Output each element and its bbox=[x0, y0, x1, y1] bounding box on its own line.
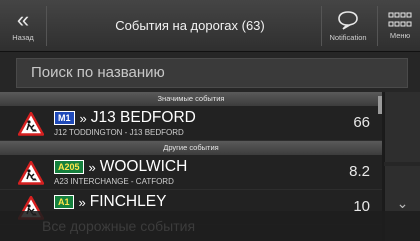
arrow-icon: » bbox=[88, 159, 96, 175]
back-button[interactable]: « Назад bbox=[0, 0, 46, 52]
overlay-text: Все дорожные события bbox=[42, 218, 196, 234]
road-line: A1 » FINCHLEY bbox=[54, 193, 166, 211]
arrow-icon: » bbox=[78, 194, 86, 210]
scrollbar-thumb[interactable] bbox=[378, 96, 382, 114]
road-line: M1 » J13 BEDFORD bbox=[54, 109, 196, 127]
road-badge: M1 bbox=[54, 111, 75, 125]
scroll-up-button[interactable] bbox=[384, 92, 420, 162]
page-title: События на дорогах (63) bbox=[115, 18, 265, 33]
back-label: Назад bbox=[12, 33, 34, 42]
speech-bubble-icon bbox=[338, 11, 358, 30]
divider bbox=[46, 6, 47, 46]
roadworks-warning-icon bbox=[18, 112, 44, 136]
section-header-major: Значимые события bbox=[0, 92, 382, 106]
road-name: J13 BEDFORD bbox=[90, 109, 196, 126]
event-location: J12 TODDINGTON - J13 BEDFORD bbox=[54, 128, 184, 137]
event-distance: 8.2 bbox=[349, 163, 370, 180]
grid-menu-icon bbox=[388, 12, 412, 27]
roadworks-warning-icon bbox=[18, 161, 44, 185]
road-badge: A205 bbox=[54, 160, 84, 174]
road-name: FINCHLEY bbox=[89, 193, 167, 210]
notification-button[interactable]: Notification bbox=[322, 0, 374, 52]
arrow-icon: » bbox=[79, 110, 87, 126]
chevron-left-icon: « bbox=[16, 7, 30, 32]
search-area: Поиск по названию bbox=[0, 52, 420, 92]
bottom-overlay[interactable]: Все дорожные события bbox=[0, 211, 420, 241]
road-badge: A1 bbox=[54, 195, 74, 209]
menu-label: Меню bbox=[389, 31, 411, 40]
notification-label: Notification bbox=[329, 33, 367, 42]
list-item[interactable]: M1 » J13 BEDFORD J12 TODDINGTON - J13 BE… bbox=[0, 106, 382, 141]
divider bbox=[377, 6, 378, 46]
search-input[interactable]: Поиск по названию bbox=[16, 58, 408, 88]
event-location: A23 INTERCHANGE - CATFORD bbox=[54, 177, 174, 186]
list-item[interactable]: A205 » WOOLWICH A23 INTERCHANGE - CATFOR… bbox=[0, 155, 382, 190]
top-bar: « Назад События на дорогах (63) Notifica… bbox=[0, 0, 420, 52]
event-distance: 66 bbox=[353, 114, 370, 131]
road-name: WOOLWICH bbox=[99, 158, 188, 175]
road-line: A205 » WOOLWICH bbox=[54, 158, 187, 176]
menu-button[interactable]: Меню bbox=[380, 0, 420, 52]
section-header-other: Другие события bbox=[0, 141, 382, 155]
chevron-down-icon: ⌄ bbox=[396, 195, 409, 211]
